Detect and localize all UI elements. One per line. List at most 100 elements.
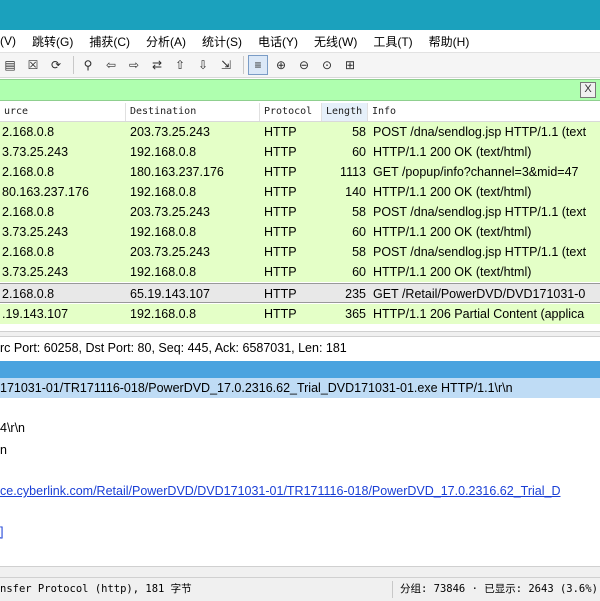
go-last-icon[interactable]: ⇩ (193, 55, 213, 75)
autoscroll-icon[interactable]: ⇲ (216, 55, 236, 75)
packet-destination: 203.73.25.243 (130, 205, 210, 219)
capture-options-icon[interactable]: ▤ (0, 55, 20, 75)
menu-bar: (V) 跳转(G) 捕获(C) 分析(A) 统计(S) 电话(Y) 无线(W) 工具(T) 帮助… (0, 30, 600, 53)
packet-source: 2.168.0.8 (2, 287, 55, 301)
packet-info: POST /dna/sendlog.jsp HTTP/1.1 (text (373, 245, 587, 259)
display-filter-bar[interactable]: X (0, 79, 600, 101)
menu-item[interactable]: 统计(S) (194, 33, 250, 50)
go-forward-icon[interactable]: ⇨ (124, 55, 144, 75)
status-bar: nsfer Protocol (http), 181 字节 分组: 73846 … (0, 577, 600, 601)
packet-source: 3.73.25.243 (2, 225, 69, 239)
column-source[interactable]: urce (0, 103, 126, 121)
colorize-icon[interactable]: ≡ (248, 55, 268, 75)
packet-row[interactable]: 2.168.0.8 203.73.25.243 HTTP 58 POST /dna/se… (0, 202, 600, 222)
packet-info: GET /Retail/PowerDVD/DVD171031-0 (373, 287, 586, 301)
detail-http-header[interactable] (0, 361, 600, 378)
packet-length: 140 (345, 185, 366, 199)
column-destination[interactable]: Destination (126, 103, 260, 121)
packet-protocol: HTTP (264, 307, 297, 321)
menu-item[interactable]: 工具(T) (365, 33, 420, 50)
packet-length: 235 (345, 287, 366, 301)
find-packet-icon[interactable]: ⚲ (78, 55, 98, 75)
menu-item[interactable]: (V) (0, 34, 24, 48)
window-titlebar (0, 0, 600, 30)
column-info[interactable]: Info (368, 103, 600, 121)
zoom-out-icon[interactable]: ⊖ (294, 55, 314, 75)
detail-tcp-summary[interactable]: rc Port: 60258, Dst Port: 80, Seq: 445, … (0, 338, 600, 358)
menu-item[interactable]: 跳转(G) (24, 33, 81, 50)
menu-item[interactable]: 捕获(C) (81, 33, 138, 50)
packet-row[interactable]: 80.163.237.176 192.168.0.8 HTTP 140 HTTP/1.1… (0, 182, 600, 202)
bytes-pane-splitter[interactable] (0, 566, 600, 577)
column-length[interactable]: Length (322, 103, 368, 121)
detail-request-line[interactable]: 171031-01/TR171116-018/PowerDVD_17.0.231… (0, 378, 600, 398)
detail-response-link[interactable]: ] (0, 522, 600, 542)
packet-destination: 192.168.0.8 (130, 307, 197, 321)
packet-protocol: HTTP (264, 185, 297, 199)
packet-destination: 192.168.0.8 (130, 225, 197, 239)
menu-item[interactable]: 无线(W) (306, 33, 365, 50)
menu-item[interactable]: 分析(A) (138, 33, 194, 50)
packet-protocol: HTTP (264, 265, 297, 279)
toolbar-separator (73, 56, 74, 74)
detail-full-uri-link[interactable]: ce.cyberlink.com/Retail/PowerDVD/DVD1710… (0, 481, 600, 501)
packet-protocol: HTTP (264, 225, 297, 239)
packet-source: 3.73.25.243 (2, 265, 69, 279)
pane-splitter[interactable] (0, 331, 600, 337)
menu-item[interactable]: 帮助(H) (421, 33, 478, 50)
go-to-packet-icon[interactable]: ⇄ (147, 55, 167, 75)
packet-length: 1113 (340, 165, 366, 179)
packet-protocol: HTTP (264, 145, 297, 159)
packet-length: 60 (352, 145, 366, 159)
packet-row[interactable]: 3.73.25.243 192.168.0.8 HTTP 60 HTTP/1.1 200… (0, 222, 600, 242)
packet-source: 2.168.0.8 (2, 205, 55, 219)
packet-length: 365 (345, 307, 366, 321)
packet-row[interactable]: .19.143.107 192.168.0.8 HTTP 365 HTTP/1.1 20… (0, 304, 600, 324)
packet-length: 58 (352, 125, 366, 139)
detail-header-line[interactable]: 4\r\n (0, 418, 600, 438)
packet-info: POST /dna/sendlog.jsp HTTP/1.1 (text (373, 205, 587, 219)
packet-length: 58 (352, 205, 366, 219)
clear-filter-button[interactable]: X (580, 82, 596, 98)
packet-protocol: HTTP (264, 125, 297, 139)
detail-header-line[interactable]: n (0, 440, 600, 460)
packet-destination: 203.73.25.243 (130, 125, 210, 139)
resize-columns-icon[interactable]: ⊞ (340, 55, 360, 75)
packet-protocol: HTTP (264, 205, 297, 219)
packet-protocol: HTTP (264, 287, 297, 301)
packet-row[interactable]: 2.168.0.8 203.73.25.243 HTTP 58 POST /dna/se… (0, 122, 600, 142)
toolbar-separator (243, 56, 244, 74)
packet-destination: 180.163.237.176 (130, 165, 224, 179)
packet-info: GET /popup/info?channel=3&mid=47 (373, 165, 579, 179)
go-first-icon[interactable]: ⇧ (170, 55, 190, 75)
status-divider (392, 581, 393, 598)
packet-row[interactable]: 2.168.0.8 203.73.25.243 HTTP 58 POST /dna/se… (0, 242, 600, 262)
packet-row[interactable]: 3.73.25.243 192.168.0.8 HTTP 60 HTTP/1.1 200… (0, 262, 600, 282)
zoom-reset-icon[interactable]: ⊙ (317, 55, 337, 75)
go-back-icon[interactable]: ⇦ (101, 55, 121, 75)
zoom-in-icon[interactable]: ⊕ (271, 55, 291, 75)
packet-row[interactable]: 3.73.25.243 192.168.0.8 HTTP 60 HTTP/1.1 200… (0, 142, 600, 162)
packet-destination: 192.168.0.8 (130, 185, 197, 199)
packet-source: .19.143.107 (2, 307, 69, 321)
column-protocol[interactable]: Protocol (260, 103, 322, 121)
packet-row[interactable]: 2.168.0.8 65.19.143.107 HTTP 235 GET /Retail… (0, 283, 600, 303)
packet-length: 60 (352, 265, 366, 279)
packet-row[interactable]: 2.168.0.8 180.163.237.176 HTTP 1113 GET /pop… (0, 162, 600, 182)
reload-icon[interactable]: ⟳ (46, 55, 66, 75)
packet-destination: 192.168.0.8 (130, 265, 197, 279)
close-file-icon[interactable]: ☒ (23, 55, 43, 75)
packet-source: 2.168.0.8 (2, 245, 55, 259)
packet-list[interactable]: 2.168.0.8 203.73.25.243 HTTP 58 POST /dna/se… (0, 122, 600, 326)
packet-source: 2.168.0.8 (2, 125, 55, 139)
packet-info: HTTP/1.1 200 OK (text/html) (373, 225, 532, 239)
main-toolbar: ▤ ☒ ⟳ ⚲ ⇦ ⇨ ⇄ ⇧ ⇩ ⇲ ≡ ⊕ ⊖ ⊙ ⊞ (0, 53, 600, 78)
packet-protocol: HTTP (264, 245, 297, 259)
packet-source: 2.168.0.8 (2, 165, 55, 179)
packet-destination: 65.19.143.107 (130, 287, 210, 301)
packet-source: 80.163.237.176 (2, 185, 89, 199)
menu-item[interactable]: 电话(Y) (250, 33, 306, 50)
packet-destination: 203.73.25.243 (130, 245, 210, 259)
packet-info: HTTP/1.1 200 OK (text/html) (373, 265, 532, 279)
status-selected-field: nsfer Protocol (http), 181 字节 (0, 583, 192, 595)
